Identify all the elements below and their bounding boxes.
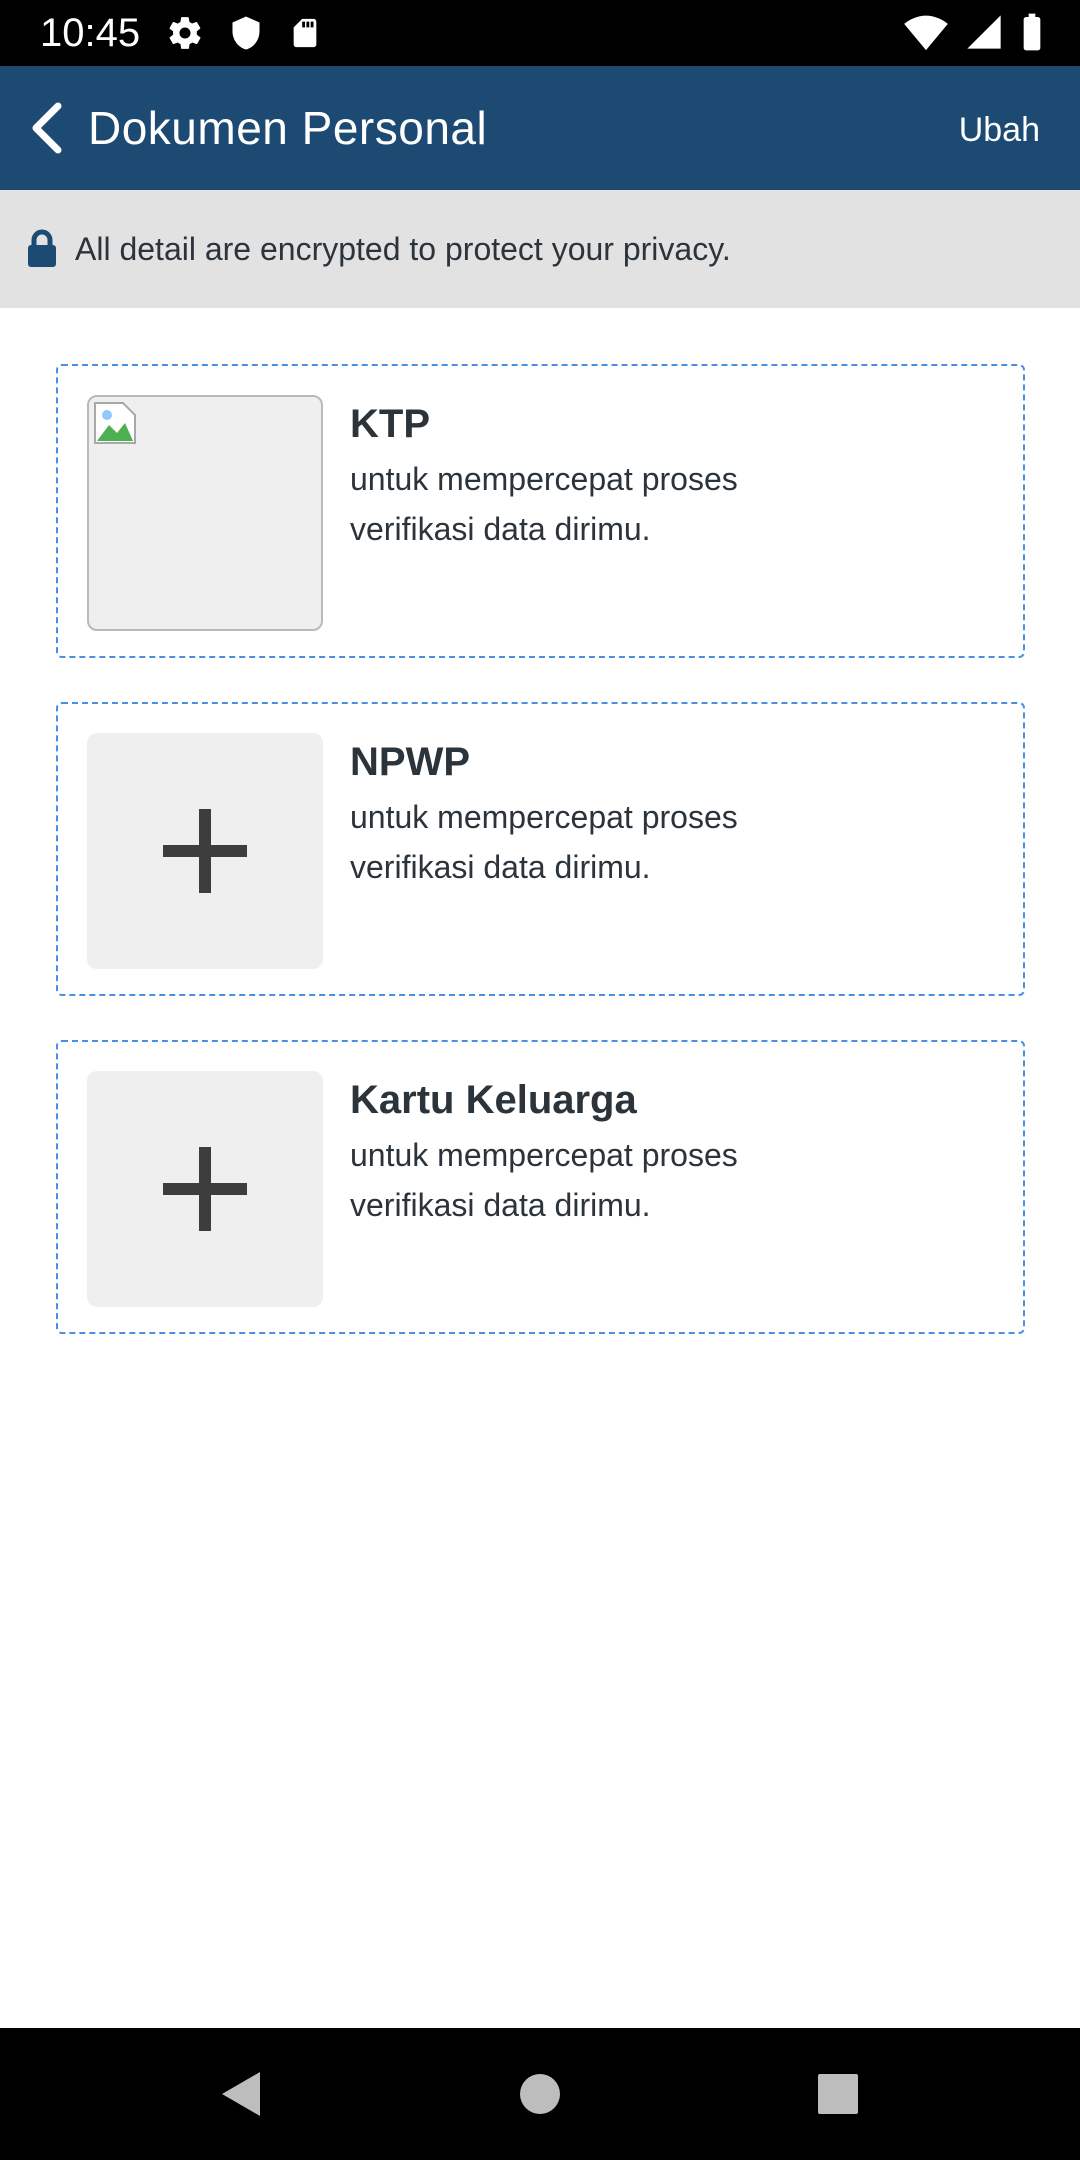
document-title: Kartu Keluarga bbox=[350, 1078, 637, 1122]
home-circle-icon bbox=[520, 2074, 560, 2114]
status-icons-left bbox=[166, 14, 322, 52]
gear-icon bbox=[169, 17, 201, 49]
chevron-left-icon bbox=[32, 102, 62, 154]
add-document-button[interactable] bbox=[87, 733, 323, 969]
document-card-kartu-keluarga[interactable]: Kartu Keluarga untuk mempercepat proses … bbox=[56, 1040, 1025, 1334]
cell-signal-icon bbox=[967, 15, 1001, 49]
add-document-button[interactable] bbox=[87, 1071, 323, 1307]
broken-image-icon bbox=[94, 402, 136, 444]
status-icons-right bbox=[904, 12, 1044, 52]
document-description: untuk mempercepat proses verifikasi data… bbox=[350, 799, 738, 885]
status-bar: 10:45 bbox=[0, 0, 1080, 66]
plus-icon bbox=[163, 1147, 247, 1231]
back-triangle-icon bbox=[222, 2072, 260, 2116]
nav-recents-button[interactable] bbox=[810, 2066, 866, 2122]
document-thumbnail[interactable] bbox=[87, 395, 323, 631]
system-nav-bar bbox=[0, 2028, 1080, 2160]
document-description: untuk mempercepat proses verifikasi data… bbox=[350, 461, 738, 547]
document-description: untuk mempercepat proses verifikasi data… bbox=[350, 1137, 738, 1223]
nav-home-button[interactable] bbox=[512, 2066, 568, 2122]
privacy-banner: All detail are encrypted to protect your… bbox=[0, 190, 1080, 308]
plus-icon bbox=[163, 809, 247, 893]
shield-icon bbox=[232, 16, 260, 50]
back-button[interactable] bbox=[18, 100, 74, 156]
sd-card-icon bbox=[293, 18, 317, 48]
app-bar: Dokumen Personal Ubah bbox=[0, 66, 1080, 190]
nav-back-button[interactable] bbox=[212, 2066, 268, 2122]
battery-icon bbox=[1023, 13, 1041, 51]
edit-button[interactable]: Ubah bbox=[959, 106, 1040, 154]
status-time: 10:45 bbox=[40, 11, 141, 55]
document-title: NPWP bbox=[350, 740, 470, 784]
document-card-ktp[interactable]: KTP untuk mempercepat proses verifikasi … bbox=[56, 364, 1025, 658]
document-card-npwp[interactable]: NPWP untuk mempercepat proses verifikasi… bbox=[56, 702, 1025, 996]
privacy-text: All detail are encrypted to protect your… bbox=[75, 231, 731, 267]
wifi-icon bbox=[904, 15, 948, 51]
document-title: KTP bbox=[350, 402, 430, 446]
lock-icon bbox=[28, 229, 56, 267]
recents-square-icon bbox=[818, 2074, 858, 2114]
page-title: Dokumen Personal bbox=[88, 102, 488, 154]
